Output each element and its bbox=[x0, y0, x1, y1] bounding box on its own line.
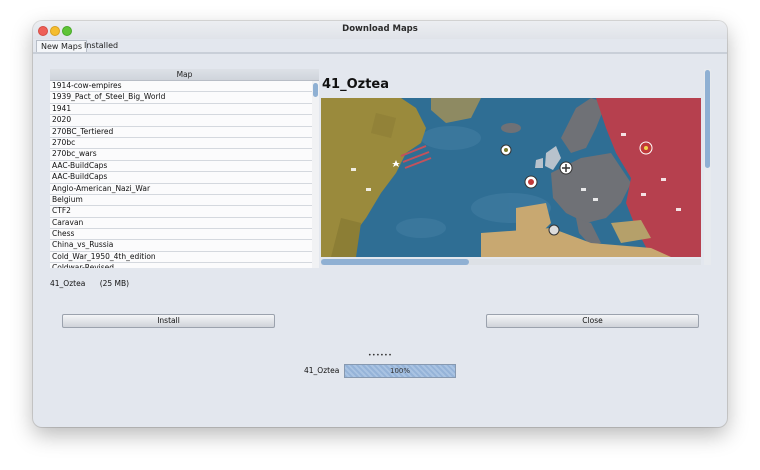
list-item[interactable]: AAC-BuildCaps bbox=[50, 172, 312, 184]
selected-map-info: 41_Oztea (25 MB) bbox=[50, 279, 129, 288]
window-title: Download Maps bbox=[342, 24, 418, 34]
download-progress-bar: 100% bbox=[344, 364, 456, 378]
map-title: 41_Oztea bbox=[322, 77, 390, 92]
install-button[interactable]: Install bbox=[62, 314, 275, 328]
selected-map-name: 41_Oztea bbox=[50, 279, 86, 288]
list-item[interactable]: 2020 bbox=[50, 115, 312, 127]
preview-horizontal-scroll-thumb[interactable] bbox=[321, 259, 469, 265]
list-item[interactable]: CTF2 bbox=[50, 206, 312, 218]
selected-map-size: (25 MB) bbox=[99, 279, 130, 288]
list-item[interactable]: AAC-BuildCaps bbox=[50, 160, 312, 173]
list-item[interactable]: Anglo-American_Nazi_War bbox=[50, 183, 312, 195]
list-item[interactable]: China_vs_Russia bbox=[50, 240, 312, 252]
list-item[interactable]: 270BC_Tertiered bbox=[50, 126, 312, 138]
map-preview-image bbox=[321, 98, 701, 257]
close-button[interactable]: Close bbox=[486, 314, 699, 328]
progress-map-label: 41_Oztea bbox=[304, 366, 340, 375]
list-item[interactable]: Cold_War_1950_4th_edition bbox=[50, 251, 312, 264]
map-list-header[interactable]: Map bbox=[50, 69, 319, 81]
list-item[interactable]: 1939_Pact_of_Steel_Big_World bbox=[50, 92, 312, 104]
list-item[interactable]: Chess bbox=[50, 229, 312, 241]
list-item[interactable]: Coldwar-Revised bbox=[50, 263, 312, 268]
world-map-icon bbox=[321, 98, 701, 257]
download-maps-window: Download Maps New Maps Installed Map 191… bbox=[33, 21, 727, 427]
progress-percent: 100% bbox=[389, 367, 410, 375]
tab-installed[interactable]: Installed bbox=[80, 40, 122, 52]
list-item[interactable]: 270bc bbox=[50, 137, 312, 150]
map-list-scrollbar[interactable] bbox=[312, 81, 319, 268]
tab-divider bbox=[33, 52, 727, 54]
preview-vertical-scroll-thumb[interactable] bbox=[705, 70, 710, 168]
list-item[interactable]: 270bc_wars bbox=[50, 149, 312, 161]
list-item[interactable]: Belgium bbox=[50, 194, 312, 207]
map-list[interactable]: 1914-cow-empires 1939_Pact_of_Steel_Big_W… bbox=[50, 81, 312, 268]
list-item[interactable]: 1941 bbox=[50, 103, 312, 116]
map-list-scroll-thumb[interactable] bbox=[313, 83, 318, 97]
title-bar: Download Maps bbox=[33, 21, 727, 39]
list-item[interactable]: 1914-cow-empires bbox=[50, 81, 312, 93]
progress-dots: •••••• bbox=[368, 352, 393, 359]
list-item[interactable]: Caravan bbox=[50, 217, 312, 230]
